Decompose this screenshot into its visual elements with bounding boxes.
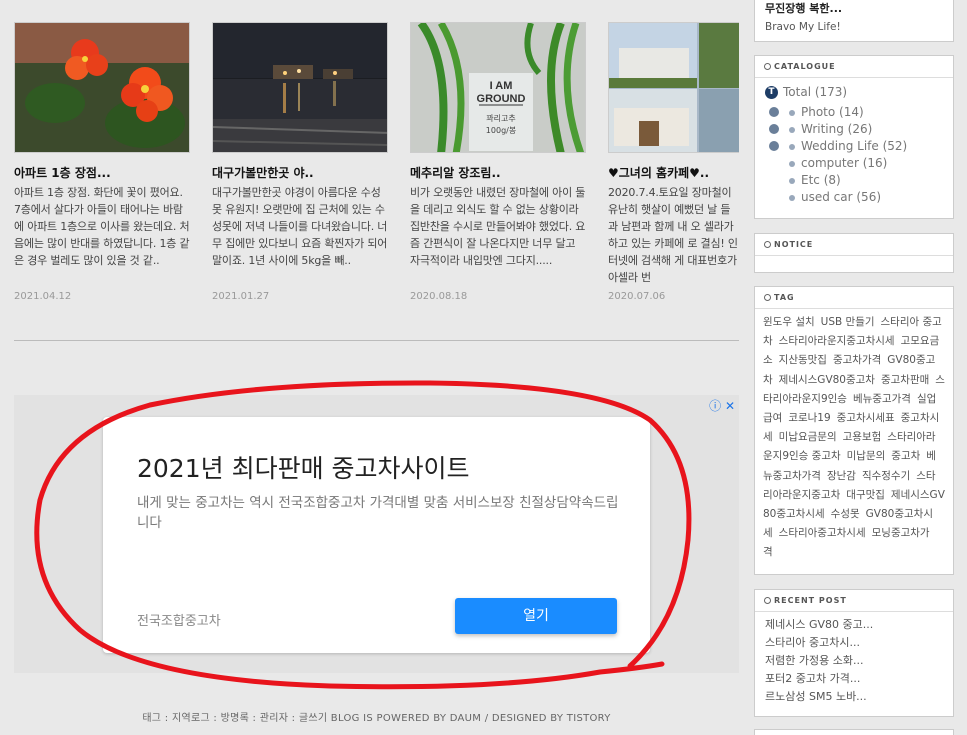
bullet-icon: [789, 178, 795, 184]
thumb-text-i-am: I AM: [490, 80, 513, 92]
tag-link[interactable]: 미납요금문의: [779, 431, 837, 443]
bullet-icon: [789, 144, 795, 150]
post-card[interactable]: I AM GROUND 꽈리고추 100g/봉 메추리알 장조림.. 비가 오랫…: [410, 22, 586, 302]
category-list: T Total (173) Photo (14) Writing (26) Wed…: [755, 78, 953, 212]
tag-link[interactable]: 윈도우 설치: [763, 316, 815, 328]
ad-headline[interactable]: 2021년 최다판매 중고차사이트: [137, 449, 470, 485]
footer-links[interactable]: 태그 : 지역로그 : 방명록 : 관리자 : 글쓰기 BLOG IS POWE…: [0, 709, 753, 724]
category-item[interactable]: computer (16): [763, 155, 945, 172]
recent-post-link[interactable]: 제네시스 GV80 중고...: [765, 616, 943, 634]
blog-title[interactable]: 무진장행 복한...: [765, 1, 943, 17]
tag-link[interactable]: 중고차: [891, 450, 920, 462]
tag-link[interactable]: 베뉴중고가격: [853, 393, 911, 405]
post-title[interactable]: ♥그녀의 홈카페♥..: [608, 164, 739, 181]
tag-link[interactable]: 중고차시세표: [837, 412, 895, 424]
recent-post-list: 제네시스 GV80 중고... 스타리아 중고차시... 저렴한 가정용 소화.…: [755, 612, 953, 710]
thumb-text-weight: 100g/봉: [486, 126, 516, 135]
category-item[interactable]: used car (56): [763, 189, 945, 206]
post-title[interactable]: 대구가볼만한곳 야..: [212, 164, 388, 181]
recent-post-link[interactable]: 저렴한 가정용 소화...: [765, 652, 943, 670]
expand-icon: [769, 141, 779, 151]
ad-card[interactable]: 2021년 최다판매 중고차사이트 내게 맞는 중고차는 역시 전국조합중고차 …: [103, 417, 650, 653]
bullet-icon: [789, 195, 795, 201]
next-box: [754, 729, 954, 735]
catalogue-heading: CATALOGUE: [755, 56, 953, 78]
category-total[interactable]: T Total (173): [763, 84, 945, 101]
tag-link[interactable]: 직수정수기: [862, 470, 910, 482]
notice-heading: NOTICE: [755, 234, 953, 256]
tag-heading: TAG: [755, 287, 953, 309]
post-date: 2020.08.18: [410, 291, 468, 302]
post-date: 2021.04.12: [14, 291, 72, 302]
blog-profile-box: 무진장행 복한... Bravo My Life!: [754, 0, 954, 42]
category-item[interactable]: Writing (26): [763, 121, 945, 138]
blog-page: 아파트 1층 장점... 아파트 1층 장점. 화단에 꽃이 폈어요. 7층에서…: [0, 0, 967, 735]
post-card[interactable]: ♥그녀의 홈카페♥.. 2020.7.4.토요일 장마철이 유난히 햇살이 예뻤…: [608, 22, 739, 302]
tag-link[interactable]: 대구맛집: [846, 489, 885, 501]
post-excerpt: 비가 오랫동안 내렸던 장마철에 아이 둘을 데리고 외식도 할 수 없는 상황…: [410, 186, 586, 267]
category-item[interactable]: Photo (14): [763, 104, 945, 121]
tag-link[interactable]: 미납문의: [847, 450, 886, 462]
notice-box: NOTICE: [754, 233, 954, 273]
bullet-icon: [789, 161, 795, 167]
content-divider: [14, 340, 739, 341]
tag-link[interactable]: 제네시스GV80중고차: [779, 374, 875, 386]
recent-post-heading: RECENT POST: [755, 590, 953, 612]
post-card[interactable]: 대구가볼만한곳 야.. 대구가볼만한곳 야경이 아름다운 수성못 유원지! 오랫…: [212, 22, 388, 302]
post-excerpt: 아파트 1층 장점. 화단에 꽃이 폈어요. 7층에서 살다가 아들이 태어나는…: [14, 186, 190, 267]
tag-link[interactable]: 중고차판매: [881, 374, 929, 386]
post-thumbnail-peppers[interactable]: I AM GROUND 꽈리고추 100g/봉: [410, 22, 586, 153]
post-card[interactable]: 아파트 1층 장점... 아파트 1층 장점. 화단에 꽃이 폈어요. 7층에서…: [14, 22, 190, 302]
post-date: 2021.01.27: [212, 291, 270, 302]
bullet-icon: [789, 110, 795, 116]
recent-post-link[interactable]: 스타리아 중고차시...: [765, 634, 943, 652]
thumb-text-ground: GROUND: [477, 93, 526, 105]
post-title[interactable]: 메추리알 장조림..: [410, 164, 586, 181]
thumb-text-product: 꽈리고추: [486, 114, 515, 123]
post-date: 2020.07.06: [608, 291, 666, 302]
recent-post-link[interactable]: 르노삼성 SM5 노바...: [765, 688, 943, 706]
tag-link[interactable]: USB 만들기: [821, 316, 875, 328]
ad-advertiser: 전국조합중고차: [137, 614, 221, 629]
recent-post-link[interactable]: 포터2 중고차 가격...: [765, 670, 943, 688]
tag-link[interactable]: 수성못: [831, 508, 860, 520]
tag-cloud: 윈도우 설치 USB 만들기 스타리아 중고차 스타리아라운지중고차시세 고모요금소 지산…: [755, 309, 953, 567]
tag-link[interactable]: 코로나19: [788, 412, 830, 424]
expand-icon: [769, 124, 779, 134]
category-item[interactable]: Wedding Life (52): [763, 138, 945, 155]
post-excerpt: 2020.7.4.토요일 장마철이 유난히 햇살이 예뻤던 날 들과 남편과 함…: [608, 186, 738, 284]
tag-link[interactable]: 스타리아라운지중고차시세: [779, 335, 895, 347]
expand-icon: [769, 107, 779, 117]
blog-subtitle: Bravo My Life!: [765, 21, 841, 33]
ad-choices-icon[interactable]: ⓘ ✕: [709, 397, 735, 414]
bullet-icon: [789, 127, 795, 133]
tag-link[interactable]: 중고차가격: [833, 354, 881, 366]
post-thumbnail-flowers[interactable]: [14, 22, 190, 153]
post-excerpt: 대구가볼만한곳 야경이 아름다운 수성못 유원지! 오랫만에 집 근처에 있는 …: [212, 186, 388, 267]
tag-box: TAG 윈도우 설치 USB 만들기 스타리아 중고차 스타리아라운지중고차시세 고모요…: [754, 286, 954, 575]
ad-banner[interactable]: ⓘ ✕ 2021년 최다판매 중고차사이트 내게 맞는 중고차는 역시 전국조합…: [14, 395, 739, 673]
category-item[interactable]: Etc (8): [763, 172, 945, 189]
tag-link[interactable]: 지산동맛집: [779, 354, 827, 366]
post-title[interactable]: 아파트 1층 장점...: [14, 164, 190, 181]
post-thumbnail-night-lake[interactable]: [212, 22, 388, 153]
tag-link[interactable]: 장난감: [827, 470, 856, 482]
ad-description: 내게 맞는 중고차는 역시 전국조합중고차 가격대별 맞춤 서비스보장 친절상담…: [137, 495, 619, 531]
total-icon: T: [765, 86, 778, 99]
catalogue-box: CATALOGUE T Total (173) Photo (14) Writin…: [754, 55, 954, 219]
tag-link[interactable]: 고용보험: [843, 431, 882, 443]
post-thumbnail-cafe[interactable]: [608, 22, 739, 153]
ad-open-button[interactable]: 열기: [455, 598, 617, 634]
recent-post-box: RECENT POST 제네시스 GV80 중고... 스타리아 중고차시...…: [754, 589, 954, 717]
tag-link[interactable]: 스타리아중고차시세: [779, 527, 866, 539]
